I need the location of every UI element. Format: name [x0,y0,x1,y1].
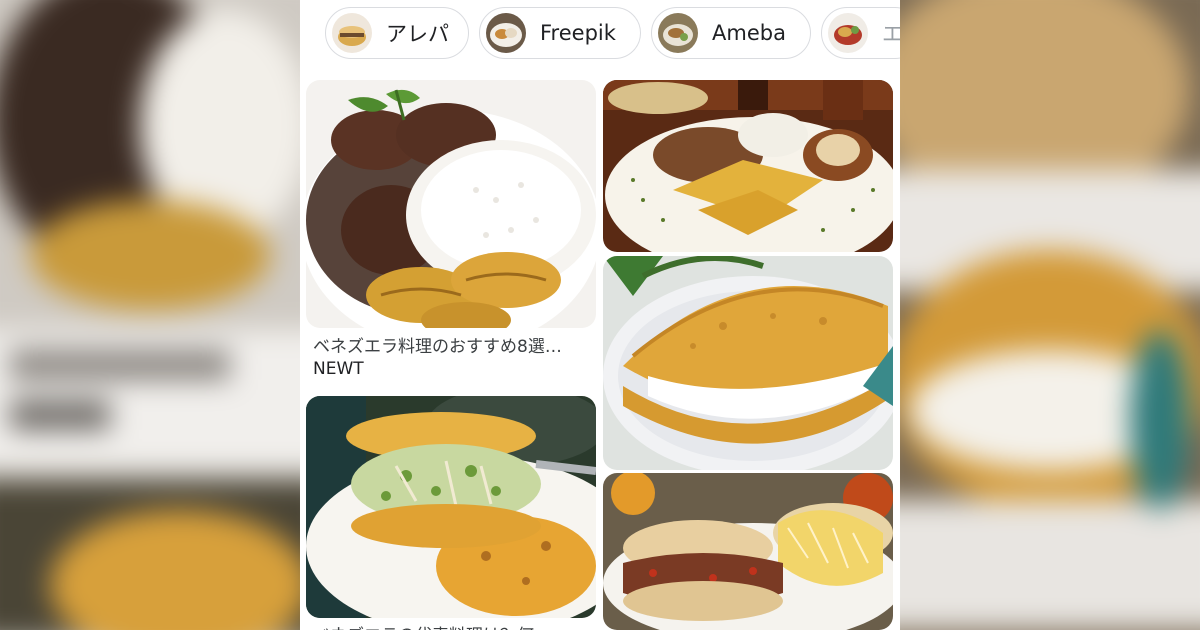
blurred-background-left [0,0,300,630]
result-image-2[interactable] [603,80,893,252]
hallaca-plate-image [603,80,893,252]
food-thumbnail-icon [828,13,868,53]
chip-label: Freepik [540,21,616,45]
chip-ameba[interactable]: Ameba [651,7,811,59]
result-image-1[interactable] [306,80,596,328]
arepa-thumbnail-icon [332,13,372,53]
blurred-background-right [900,0,1200,630]
chip-label: Ameba [712,21,786,45]
chip-label: エ [882,22,900,46]
chip-freepik[interactable]: Freepik [479,7,641,59]
chip-arepa[interactable]: アレパ [325,7,469,59]
reina-pepiada-image [306,396,596,618]
pabellon-plate-image [306,80,596,328]
cachapa-image [603,256,893,470]
result-source: NEWT [313,359,364,379]
chip-label: アレパ [386,22,449,46]
related-search-chips: アレパ Freepik Ameba エ [300,0,900,70]
plate-thumbnail-icon [486,13,526,53]
result-image-4[interactable] [603,473,893,630]
arepas-image [603,473,893,630]
chip-more[interactable]: エ [821,7,900,59]
image-search-results: アレパ Freepik Ameba エ ベネズエラ料理のおすすめ8選… NEWT [300,0,900,630]
result-image-5[interactable] [306,396,596,618]
dish-thumbnail-icon [658,13,698,53]
result-title[interactable]: ベネズエラの代表料理は？何… [313,621,551,630]
result-title[interactable]: ベネズエラ料理のおすすめ8選… [313,332,593,357]
result-image-3[interactable] [603,256,893,470]
